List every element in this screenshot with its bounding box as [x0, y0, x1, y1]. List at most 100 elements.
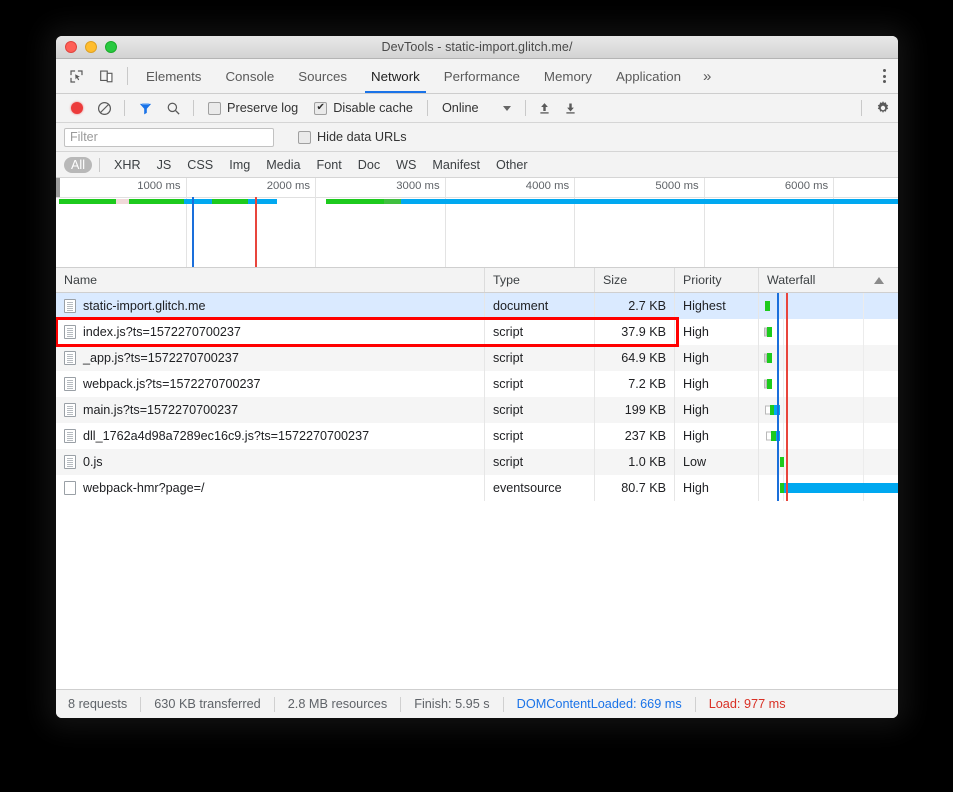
- network-overview-timeline[interactable]: 1000 ms 2000 ms 3000 ms 4000 ms 5000 ms 6000 …: [56, 178, 898, 268]
- type-filter-js[interactable]: JS: [150, 157, 179, 173]
- upload-har-icon[interactable]: [532, 101, 558, 116]
- status-bar: 8 requests 630 KB transferred 2.8 MB res…: [56, 689, 898, 718]
- window-titlebar: DevTools - static-import.glitch.me/: [56, 36, 898, 59]
- waterfall-gridline: [783, 319, 784, 345]
- disable-cache-checkbox[interactable]: Disable cache: [306, 101, 421, 115]
- cell-priority: High: [675, 319, 759, 345]
- tab-sources[interactable]: Sources: [286, 59, 359, 93]
- request-name: static-import.glitch.me: [83, 299, 206, 313]
- more-tabs-label: »: [703, 67, 712, 85]
- gear-icon[interactable]: [868, 100, 898, 116]
- funnel-filter-icon[interactable]: [131, 101, 159, 116]
- script-file-icon: [64, 455, 76, 469]
- type-filter-ws[interactable]: WS: [389, 157, 423, 173]
- cell-type: document: [485, 293, 595, 319]
- clear-icon[interactable]: [90, 101, 118, 116]
- waterfall-gridline: [863, 371, 864, 397]
- waterfall-load-line: [786, 371, 788, 397]
- tab-elements[interactable]: Elements: [134, 59, 213, 93]
- table-row[interactable]: webpack.js?ts=1572270700237 script 7.2 KB H…: [56, 371, 898, 397]
- type-filter-doc-label: Doc: [357, 157, 381, 172]
- throttling-select[interactable]: Online: [434, 101, 519, 115]
- type-filter-media[interactable]: Media: [259, 157, 307, 173]
- tab-application[interactable]: Application: [604, 59, 693, 93]
- overview-header-rule: [56, 197, 898, 198]
- download-har-icon[interactable]: [558, 101, 584, 116]
- script-file-icon: [64, 377, 76, 391]
- table-row[interactable]: _app.js?ts=1572270700237 script 64.9 KB Hig…: [56, 345, 898, 371]
- type-filter-manifest-label: Manifest: [432, 157, 481, 172]
- devtools-window: DevTools - static-import.glitch.me/ Elem…: [56, 36, 898, 718]
- overview-gridline: [574, 178, 576, 267]
- tab-memory[interactable]: Memory: [532, 59, 604, 93]
- tabbar-right: [857, 59, 898, 93]
- waterfall-dcl-line: [777, 293, 779, 319]
- waterfall-dcl-line: [777, 475, 779, 501]
- overview-left-handle[interactable]: [56, 178, 60, 197]
- preserve-log-label: Preserve log: [227, 101, 299, 115]
- hide-data-urls-checkbox[interactable]: Hide data URLs: [290, 130, 415, 144]
- table-row[interactable]: 0.js script 1.0 KB Low: [56, 449, 898, 475]
- cell-waterfall: [759, 423, 898, 449]
- waterfall-gridline: [863, 293, 864, 319]
- preserve-log-checkbox[interactable]: Preserve log: [200, 101, 306, 115]
- more-tabs-icon[interactable]: »: [693, 59, 721, 93]
- type-filter-row: All XHR JS CSS Img Media Font Doc WS Man…: [56, 152, 898, 178]
- request-name: index.js?ts=1572270700237: [83, 325, 241, 339]
- device-toolbar-icon[interactable]: [91, 59, 121, 93]
- column-header-size[interactable]: Size: [595, 268, 675, 292]
- hide-data-urls-label: Hide data URLs: [317, 130, 407, 144]
- tab-elements-label: Elements: [146, 68, 202, 84]
- type-filter-xhr[interactable]: XHR: [107, 157, 148, 173]
- waterfall-gridline: [863, 397, 864, 423]
- search-icon[interactable]: [159, 101, 187, 116]
- tab-sources-label: Sources: [298, 68, 348, 84]
- type-filter-other[interactable]: Other: [489, 157, 535, 173]
- request-name: webpack.js?ts=1572270700237: [83, 377, 261, 391]
- status-dom-content-loaded: DOMContentLoaded: 669 ms: [516, 697, 682, 711]
- type-filter-manifest[interactable]: Manifest: [425, 157, 487, 173]
- toolbar-divider-1: [124, 100, 125, 116]
- table-row[interactable]: static-import.glitch.me document 2.7 KB Hig…: [56, 293, 898, 319]
- waterfall-dcl-line: [777, 423, 779, 449]
- waterfall-gridline: [783, 423, 784, 449]
- table-row[interactable]: index.js?ts=1572270700237 script 37.9 KB Hi…: [56, 319, 898, 345]
- table-row[interactable]: webpack-hmr?page=/ eventsource 80.7 KB High: [56, 475, 898, 501]
- column-header-waterfall[interactable]: Waterfall: [759, 268, 898, 292]
- waterfall-bar: [765, 301, 770, 311]
- tab-performance[interactable]: Performance: [432, 59, 532, 93]
- column-header-name[interactable]: Name: [56, 268, 485, 292]
- waterfall-bar: [770, 405, 774, 415]
- cell-type: script: [485, 319, 595, 345]
- waterfall-bar: [771, 431, 776, 441]
- status-requests: 8 requests: [68, 697, 128, 711]
- cell-size: 7.2 KB: [595, 371, 675, 397]
- tab-console[interactable]: Console: [213, 59, 286, 93]
- kebab-menu-icon[interactable]: [870, 69, 898, 83]
- column-header-type[interactable]: Type: [485, 268, 595, 292]
- type-filter-css[interactable]: CSS: [180, 157, 220, 173]
- table-row[interactable]: dll_1762a4d98a7289ec16c9.js?ts=157227070…: [56, 423, 898, 449]
- column-header-priority[interactable]: Priority: [675, 268, 759, 292]
- script-file-icon: [64, 403, 76, 417]
- filter-input[interactable]: [64, 127, 274, 147]
- type-filter-font[interactable]: Font: [310, 157, 349, 173]
- script-file-icon: [64, 351, 76, 365]
- inspect-element-icon[interactable]: [61, 59, 91, 93]
- type-filter-font-label: Font: [316, 157, 342, 172]
- type-filter-doc[interactable]: Doc: [351, 157, 387, 173]
- tab-network[interactable]: Network: [359, 59, 432, 93]
- overview-activity-band: [58, 199, 116, 204]
- cell-size: 64.9 KB: [595, 345, 675, 371]
- waterfall-gridline: [863, 449, 864, 475]
- type-filter-all[interactable]: All: [64, 156, 92, 173]
- hide-data-urls-box: [298, 130, 311, 144]
- record-icon[interactable]: [64, 102, 90, 114]
- sort-ascending-icon: [874, 276, 884, 284]
- overview-activity-band: [383, 199, 402, 204]
- type-filter-img[interactable]: Img: [222, 157, 257, 173]
- type-filter-ws-label: WS: [396, 157, 417, 172]
- column-header-type-label: Type: [493, 273, 520, 287]
- cell-waterfall: [759, 345, 898, 371]
- table-row[interactable]: main.js?ts=1572270700237 script 199 KB High: [56, 397, 898, 423]
